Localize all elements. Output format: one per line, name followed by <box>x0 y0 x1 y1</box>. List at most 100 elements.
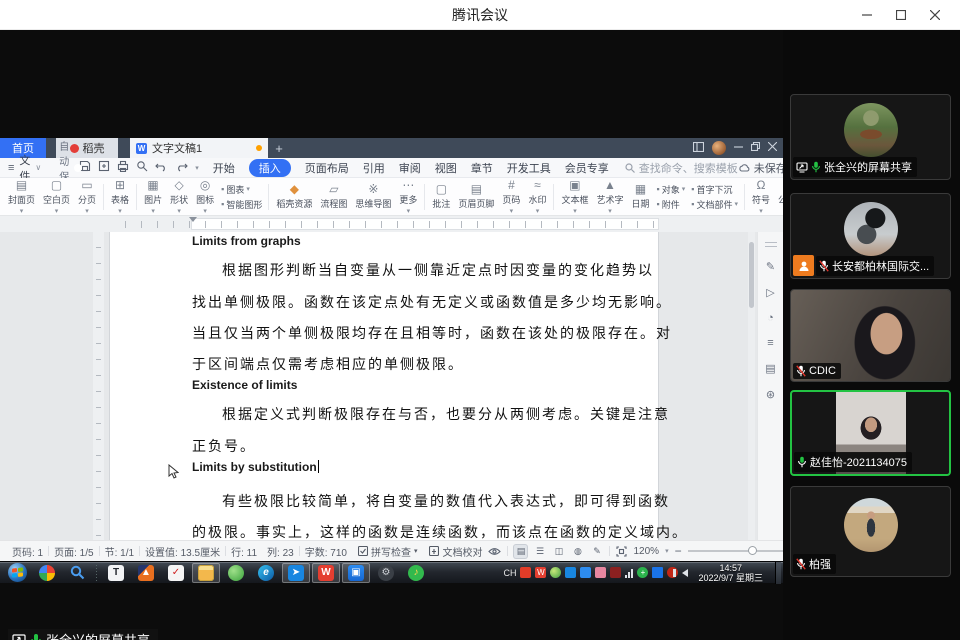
more-insert-button[interactable]: 更多 <box>395 180 421 214</box>
object-button[interactable]: 对象 <box>657 183 686 196</box>
cloud-status[interactable]: 未保存 <box>738 160 787 176</box>
icon-library-button[interactable]: 图标 <box>192 180 218 214</box>
participant-tile-video[interactable]: CDIC <box>790 289 951 382</box>
doc-permission-icon[interactable] <box>765 362 775 375</box>
tray-wps-icon[interactable]: W <box>535 567 546 578</box>
doc-proof-button[interactable]: 文档校对 <box>423 544 488 559</box>
taskbar-explorer[interactable] <box>192 563 220 583</box>
helper-icon[interactable] <box>766 388 775 401</box>
wordart-button[interactable]: 艺术字 <box>592 180 627 214</box>
taskbar-matlab[interactable]: ▲ <box>132 563 160 583</box>
command-search[interactable]: 查找命令、搜索模板 <box>625 160 738 176</box>
shapes-button[interactable]: 形状 <box>166 180 192 214</box>
history-clock-icon[interactable] <box>767 312 774 324</box>
input-language-indicator[interactable]: CH <box>503 568 516 578</box>
indent-marker[interactable] <box>189 217 197 222</box>
export-icon[interactable] <box>98 160 110 175</box>
participant-tile[interactable]: 柏强 <box>790 486 951 577</box>
flowchart-button[interactable]: 流程图 <box>316 180 351 214</box>
ribbon-tab-layout[interactable]: 页面布局 <box>305 160 349 176</box>
drop-cap-button[interactable]: 首字下沉 <box>691 183 738 196</box>
ribbon-tab-insert[interactable]: 插入 <box>249 159 291 177</box>
taskbar-wps[interactable]: W <box>312 563 340 583</box>
tray-pink-icon[interactable] <box>595 567 606 578</box>
document-page[interactable]: Limits from graphs 根据图形判断当自变量从一侧靠近定点时因变量… <box>110 232 658 540</box>
bluetooth-icon[interactable] <box>652 567 663 578</box>
read-view-icon[interactable] <box>552 545 565 558</box>
ribbon-tab-reference[interactable]: 引用 <box>363 160 385 176</box>
taskbar-mathtype[interactable]: ✓ <box>162 563 190 583</box>
taskbar-edge[interactable]: e <box>252 563 280 583</box>
taskbar-green-browser[interactable] <box>222 563 250 583</box>
doc-part-button[interactable]: 文档部件 <box>691 198 738 211</box>
zoom-out-button[interactable]: − <box>675 544 682 558</box>
date-button[interactable]: 日期 <box>627 180 653 214</box>
wps-restore-icon[interactable] <box>751 142 760 154</box>
picture-button[interactable]: 图片 <box>140 180 166 214</box>
ink-view-icon[interactable] <box>590 545 603 558</box>
ribbon-tab-devtools[interactable]: 开发工具 <box>507 160 551 176</box>
docer-resource-button[interactable]: 稻壳资源 <box>272 180 316 214</box>
attachment-button[interactable]: 附件 <box>657 198 686 211</box>
participant-tile-active-speaker[interactable]: 赵佳怡-2021134075 <box>790 390 951 476</box>
mindmap-button[interactable]: 思维导图 <box>351 180 395 214</box>
table-button[interactable]: 表格 <box>107 180 133 214</box>
outline-view-icon[interactable] <box>533 545 546 558</box>
taskbar-tencent-meeting[interactable]: ▣ <box>342 563 370 583</box>
blank-page-button[interactable]: 空白页 <box>39 180 74 214</box>
watermark-button[interactable]: 水印 <box>524 180 550 214</box>
zoom-menu-icon[interactable] <box>665 547 669 555</box>
tray-arrow-icon[interactable] <box>565 567 576 578</box>
adjust-settings-icon[interactable] <box>767 337 773 349</box>
zoom-slider[interactable] <box>688 550 792 552</box>
participant-tile[interactable]: 长安都柏林国际交... <box>790 193 951 279</box>
eye-icon[interactable] <box>488 547 501 556</box>
tray-darkred-icon[interactable] <box>610 567 621 578</box>
more-history-icon[interactable] <box>195 164 199 172</box>
ribbon-tab-start[interactable]: 开始 <box>213 160 235 176</box>
tray-red-app-icon[interactable] <box>520 567 531 578</box>
maximize-icon[interactable] <box>884 0 918 30</box>
wps-minimize-icon[interactable] <box>734 142 743 154</box>
zoom-slider-knob[interactable] <box>748 546 757 555</box>
close-icon[interactable] <box>918 0 952 30</box>
fit-page-icon[interactable] <box>616 546 627 557</box>
wps-close-icon[interactable] <box>768 142 777 154</box>
page-number-button[interactable]: 页码 <box>498 180 524 214</box>
ribbon-tab-section[interactable]: 章节 <box>471 160 493 176</box>
comment-button[interactable]: 批注 <box>428 180 454 214</box>
page-break-button[interactable]: 分页 <box>74 180 100 214</box>
wps-account-avatar[interactable] <box>712 141 726 155</box>
header-footer-button[interactable]: 页眉页脚 <box>454 180 498 214</box>
textbox-button[interactable]: 文本框 <box>557 180 592 214</box>
horizontal-ruler[interactable] <box>0 216 783 232</box>
taskbar-tex-editor[interactable]: T <box>102 563 130 583</box>
smartart-button[interactable]: 智能图形 <box>221 198 262 211</box>
edit-pen-icon[interactable] <box>766 260 775 273</box>
vertical-ruler[interactable] <box>93 232 104 540</box>
web-view-icon[interactable] <box>571 545 584 558</box>
status-word-count[interactable]: 字数: 710 <box>300 544 352 559</box>
tray-safety-icon[interactable]: + <box>637 567 648 578</box>
vertical-scrollbar[interactable] <box>748 232 755 540</box>
taskbar-gear-app[interactable]: ⚙ <box>372 563 400 583</box>
ribbon-tab-review[interactable]: 审阅 <box>399 160 421 176</box>
cover-page-button[interactable]: 封面页 <box>4 180 39 214</box>
new-tab-button[interactable] <box>268 138 290 158</box>
taskbar-search[interactable] <box>63 563 91 583</box>
taskbar-colorful-app[interactable] <box>33 563 61 583</box>
taskbar-blue-arrow-app[interactable]: ➤ <box>282 563 310 583</box>
undo-icon[interactable] <box>155 161 168 175</box>
print-icon[interactable] <box>117 160 129 175</box>
preview-icon[interactable] <box>136 160 148 175</box>
taskbar-clock[interactable]: 14:57 2022/9/7 星期三 <box>692 563 769 583</box>
formula-button[interactable]: 公式 <box>774 180 783 214</box>
panel-grip-icon[interactable] <box>765 242 777 247</box>
participant-tile-sharer[interactable]: 张全兴的屏幕共享 <box>790 94 951 180</box>
taskbar-qq-music[interactable]: ♪ <box>402 563 430 583</box>
ribbon-tab-view[interactable]: 视图 <box>435 160 457 176</box>
zoom-level[interactable]: 120% <box>633 546 659 557</box>
show-desktop-button[interactable] <box>775 562 781 584</box>
chart-button[interactable]: 图表 <box>221 183 262 196</box>
tray-meeting-icon[interactable] <box>580 567 591 578</box>
